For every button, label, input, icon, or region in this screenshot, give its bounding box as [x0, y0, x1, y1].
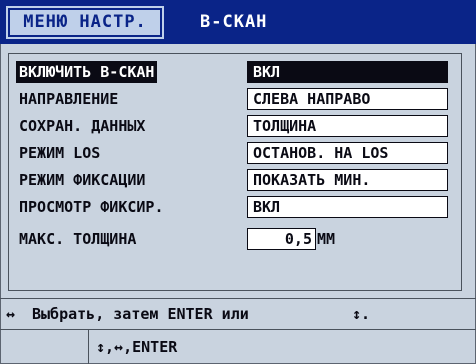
left-right-arrow-icon: ↔	[6, 305, 16, 323]
setting-label: НАПРАВЛЕНИЕ	[19, 90, 119, 108]
setting-value[interactable]: ВКЛ	[247, 196, 448, 218]
setting-row-save-data[interactable]: СОХРАН. ДАННЫХ ТОЛЩИНА	[9, 115, 461, 137]
setting-row-los-mode[interactable]: РЕЖИМ LOS ОСТАНОВ. НА LOS	[9, 142, 461, 164]
menu-header: МЕНЮ НАСТР. В-СКАН	[0, 0, 476, 44]
keys-hint: ↕,↔,ENTER	[96, 338, 178, 356]
setting-row-direction[interactable]: НАПРАВЛЕНИЕ СЛЕВА НАПРАВО	[9, 88, 461, 110]
setting-value[interactable]: ОСТАНОВ. НА LOS	[247, 142, 448, 164]
setting-value[interactable]: ВКЛ	[247, 61, 448, 83]
setting-row-freeze-review[interactable]: ПРОСМОТР ФИКСИР. ВКЛ	[9, 196, 461, 218]
setting-row-max-thickness[interactable]: МАКС. ТОЛЩИНА 0,5 ММ	[9, 228, 461, 250]
setting-label: ПРОСМОТР ФИКСИР.	[19, 198, 164, 216]
setting-label: ВКЛЮЧИТЬ В-СКАН	[16, 61, 158, 83]
max-thickness-input[interactable]: 0,5	[247, 228, 316, 250]
setting-value[interactable]: ПОКАЗАТЬ МИН.	[247, 169, 448, 191]
unit-label: ММ	[317, 230, 336, 248]
setting-row-enable-bscan[interactable]: ВКЛЮЧИТЬ В-СКАН ВКЛ	[9, 61, 461, 83]
up-down-arrow-icon: ↕.	[352, 305, 371, 323]
setting-label: МАКС. ТОЛЩИНА	[19, 230, 137, 248]
tab-setup-menu[interactable]: МЕНЮ НАСТР.	[6, 6, 164, 39]
help-bar: ↔ Выбрать, затем ENTER или ↕.	[0, 298, 476, 330]
setting-value[interactable]: ТОЛЩИНА	[247, 115, 448, 137]
setting-value[interactable]: СЛЕВА НАПРАВО	[247, 88, 448, 110]
setting-label: РЕЖИМ LOS	[19, 144, 101, 162]
setting-row-freeze-mode[interactable]: РЕЖИМ ФИКСАЦИИ ПОКАЗАТЬ МИН.	[9, 169, 461, 191]
setting-label: СОХРАН. ДАННЫХ	[19, 117, 146, 135]
divider	[88, 330, 89, 364]
settings-panel: ВКЛЮЧИТЬ В-СКАН ВКЛ НАПРАВЛЕНИЕ СЛЕВА НА…	[8, 53, 462, 291]
page-title: В-СКАН	[200, 12, 268, 32]
help-text: Выбрать, затем ENTER или	[32, 305, 249, 323]
keys-bar: ↕,↔,ENTER	[0, 330, 476, 364]
setting-label: РЕЖИМ ФИКСАЦИИ	[19, 171, 146, 189]
